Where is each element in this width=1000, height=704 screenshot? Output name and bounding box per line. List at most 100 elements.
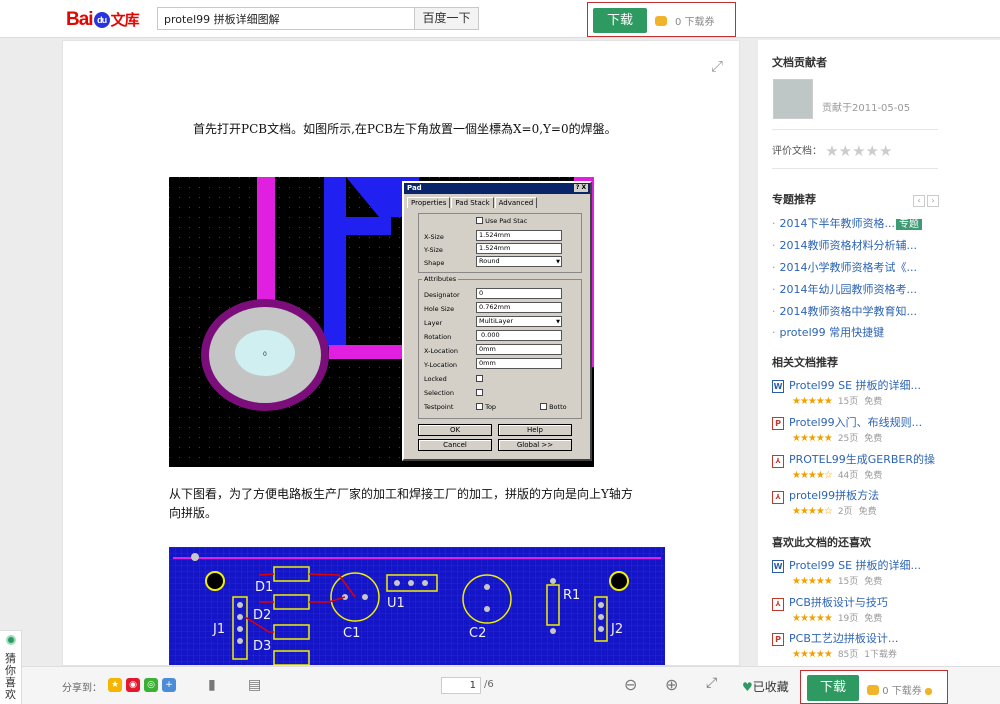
layer-select[interactable]: MultiLayer ▼: [476, 316, 562, 327]
word-doc-icon: W: [772, 560, 784, 573]
testpoint-top-row[interactable]: Top: [476, 403, 496, 411]
topic-item[interactable]: · 2014教师资格中学教育知...: [772, 303, 917, 319]
hole-size-label: Hole Size: [424, 305, 455, 313]
also-like-item[interactable]: W Protel99 SE 拼板的详细... ★★★★★ 15页 免费: [772, 557, 921, 587]
favorite-button[interactable]: ♥已收藏: [742, 678, 789, 695]
wechat-share-icon[interactable]: ◎: [144, 678, 158, 692]
document-info-icon[interactable]: ▤: [248, 677, 261, 693]
selection-checkbox[interactable]: [476, 389, 483, 396]
use-pad-stack-row[interactable]: Use Pad Stac: [476, 217, 527, 225]
xsize-field[interactable]: 1.524mm: [476, 230, 562, 241]
related-doc-item[interactable]: P Protel99入门、布线规则... ★★★★★ 25页 免费: [772, 414, 922, 444]
contributed-date: 贡献于2011-05-05: [822, 103, 911, 114]
ppt-doc-icon: P: [772, 417, 784, 430]
use-pad-stack-checkbox[interactable]: [476, 217, 483, 224]
tab-pad-stack[interactable]: Pad Stack: [451, 197, 494, 208]
ysize-field[interactable]: 1.524mm: [476, 243, 562, 254]
attributes-label: Attributes: [422, 275, 459, 283]
pdf-doc-icon: ⅄: [772, 598, 784, 611]
dialog-global-button[interactable]: Global >>: [498, 439, 572, 451]
rating-stars[interactable]: ★★★★★: [825, 142, 892, 160]
dialog-ok-button[interactable]: OK: [418, 424, 492, 436]
pcb-label-u1: U1: [387, 596, 405, 611]
rotation-field[interactable]: 0.000: [476, 330, 562, 341]
testpoint-top-checkbox[interactable]: [476, 403, 483, 410]
shape-select[interactable]: Round ▼: [476, 256, 562, 267]
topic-item[interactable]: · 2014小学教师资格考试《...: [772, 259, 917, 275]
top-bar: Baidu文库 百度一下 下载 0 下载券: [0, 0, 1000, 38]
rating-label: 评价文档：: [772, 146, 822, 157]
testpoint-bottom-row[interactable]: Botto: [540, 403, 567, 411]
also-like-item[interactable]: ⅄ PCB拼板设计与技巧 ★★★★★ 19页 免费: [772, 594, 888, 624]
topic-item[interactable]: · 2014年幼儿园教师资格考...: [772, 281, 917, 297]
tab-advanced[interactable]: Advanced: [494, 197, 538, 208]
guess-you-like-label: 猜你喜欢: [5, 652, 16, 701]
weibo-share-icon[interactable]: ◉: [126, 678, 140, 692]
related-doc-item[interactable]: ⅄ protel99拼板方法 ★★★★☆ 2页 免费: [772, 487, 879, 517]
fullscreen-icon[interactable]: ⤢: [711, 57, 723, 75]
xsize-label: X-Size: [424, 233, 444, 241]
dialog-help-button[interactable]: Help: [498, 424, 572, 436]
dialog-cancel-button[interactable]: Cancel: [418, 439, 492, 451]
pcb-label-c1: C1: [343, 626, 360, 641]
logo-text-bai: Bai: [66, 9, 94, 30]
dialog-help-close-icons[interactable]: ? X: [574, 184, 588, 192]
hole-size-field[interactable]: 0.762mm: [476, 302, 562, 313]
coupon-icon: [655, 16, 667, 26]
pdf-doc-icon: ⅄: [772, 491, 784, 504]
zoom-out-icon[interactable]: ⊖: [624, 675, 637, 694]
search-button[interactable]: 百度一下: [414, 7, 479, 30]
divider: [772, 129, 938, 130]
layer-label: Layer: [424, 319, 443, 327]
pad-dialog-title: Pad ? X: [404, 183, 590, 194]
also-like-item[interactable]: P PCB工艺边拼板设计... ★★★★★ 85页 1下载券: [772, 630, 898, 660]
topic-item[interactable]: · 2014教师资格材料分析辅...: [772, 237, 917, 253]
testpoint-top-label: Top: [485, 403, 497, 411]
download-coupon-top: 0 下载券: [655, 13, 715, 28]
topics-pager: ‹ ›: [911, 192, 939, 207]
fullscreen-bottom-icon[interactable]: ⤢: [706, 675, 717, 691]
contributor-avatar[interactable]: [773, 79, 813, 119]
page-total: /6: [484, 679, 494, 690]
search-input[interactable]: [157, 7, 414, 30]
baidu-wenku-logo[interactable]: Bai du 文库: [66, 9, 140, 31]
designator-field[interactable]: 0: [476, 288, 562, 299]
topic-item[interactable]: · 2014下半年教师资格... 专题: [772, 215, 922, 231]
logo-text-wenku: 文库: [110, 12, 140, 29]
pcb-label-j2: J2: [610, 622, 623, 637]
pcb-label-c2: C2: [469, 626, 486, 641]
prev-page-icon[interactable]: ‹: [913, 195, 925, 207]
right-sidebar: 文档贡献者 贡献于2011-05-05 评价文档： ★★★★★ 专题推荐 ‹ › …: [758, 40, 1000, 666]
qzone-share-icon[interactable]: ★: [108, 678, 122, 692]
page-number-input[interactable]: 1: [441, 677, 481, 694]
layer-value: MultiLayer: [479, 317, 514, 325]
guess-you-like-tab[interactable]: 猜你喜欢: [0, 630, 22, 704]
coupon-small-icon: [924, 688, 932, 695]
pcb-label-d3: D3: [253, 639, 271, 654]
locked-label: Locked: [424, 375, 447, 383]
pcb-pad-figure: 0 Pad ? X Properties Pad Stack Advanced Use…: [169, 177, 594, 467]
coupon-count-text: 0 下载券: [882, 686, 922, 697]
bookmark-icon[interactable]: ▮: [208, 677, 216, 693]
tab-properties[interactable]: Properties: [407, 197, 451, 208]
testpoint-label: Testpoint: [424, 403, 454, 411]
next-page-icon[interactable]: ›: [927, 195, 939, 207]
topic-item[interactable]: · protel99 常用快捷键: [772, 324, 884, 340]
word-doc-icon: W: [772, 380, 784, 393]
testpoint-bottom-checkbox[interactable]: [540, 403, 547, 410]
more-share-icon[interactable]: +: [162, 678, 176, 692]
related-doc-item[interactable]: ⅄ PROTEL99生成GERBER的操 ★★★★☆ 44页 免费: [772, 451, 935, 481]
download-button-bottom[interactable]: 下载: [807, 675, 859, 701]
locked-checkbox[interactable]: [476, 375, 483, 382]
topic-tag-badge: 专题: [895, 219, 922, 230]
x-location-field[interactable]: 0mm: [476, 344, 562, 355]
y-location-field[interactable]: 0mm: [476, 358, 562, 369]
zoom-in-icon[interactable]: ⊕: [665, 675, 678, 694]
share-label: 分享到：: [62, 683, 102, 694]
designator-label: Designator: [424, 291, 460, 299]
download-button-top[interactable]: 下载: [593, 8, 647, 33]
related-doc-item[interactable]: W Protel99 SE 拼板的详细... ★★★★★ 15页 免费: [772, 377, 921, 407]
document-viewer[interactable]: ⤢ 首先打开PCB文档。如图所示,在PCB左下角放置一個坐標為X=0,Y=0的焊…: [62, 40, 740, 666]
also-like-title: 喜欢此文档的还喜欢: [772, 536, 871, 549]
x-location-label: X-Location: [424, 347, 458, 355]
